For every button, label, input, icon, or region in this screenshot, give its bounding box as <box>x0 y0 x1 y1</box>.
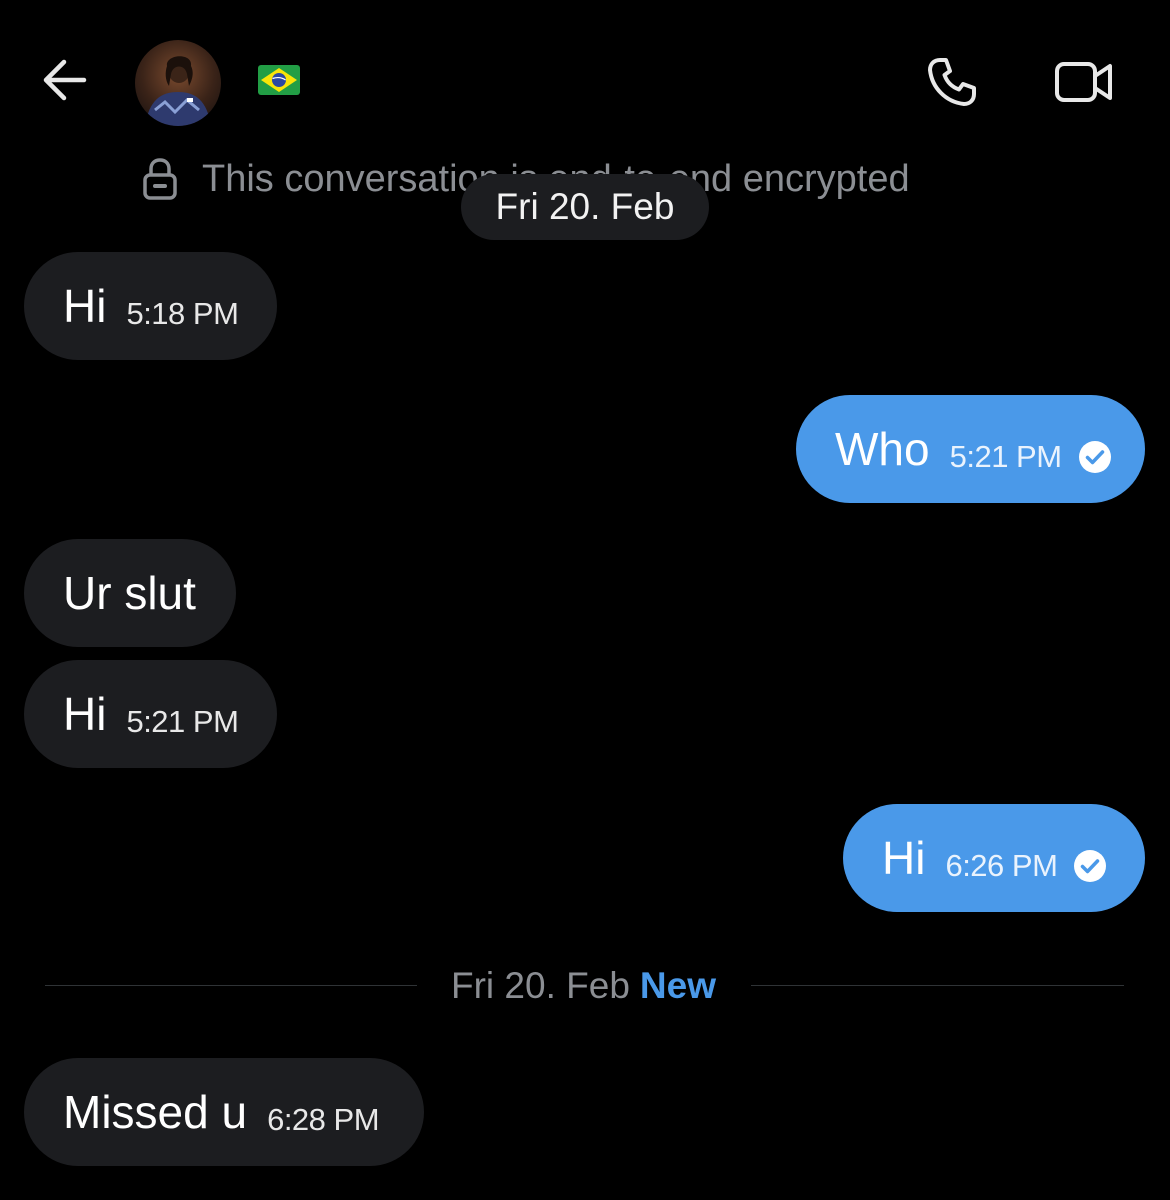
message-bubble-incoming[interactable]: Hi 5:18 PM <box>24 252 277 360</box>
message-bubble-incoming[interactable]: Ur slut <box>24 539 236 647</box>
back-button[interactable] <box>32 50 96 110</box>
message-text: Hi <box>63 280 107 332</box>
divider-line-right <box>751 985 1124 986</box>
arrow-left-icon <box>43 59 87 101</box>
message-time: 5:21 PM <box>949 439 1062 474</box>
message-bubble-outgoing[interactable]: Hi 6:26 PM <box>843 804 1145 912</box>
video-call-button[interactable] <box>1050 52 1118 112</box>
message-text: Who <box>835 423 930 475</box>
message-text: Hi <box>882 832 926 884</box>
date-pill-label: Fri 20. Feb <box>495 186 675 227</box>
message-text: Missed u <box>63 1086 248 1138</box>
divider-line-left <box>45 985 417 986</box>
avatar-image <box>135 40 221 126</box>
video-camera-icon <box>1055 62 1112 102</box>
message-time: 6:26 PM <box>945 848 1058 883</box>
message-text: Hi <box>63 688 107 740</box>
message-bubble-incoming[interactable]: Hi 5:21 PM <box>24 660 277 768</box>
call-button[interactable] <box>922 52 982 112</box>
message-bubble-incoming[interactable]: Missed u 6:28 PM <box>24 1058 424 1166</box>
message-time: 5:18 PM <box>126 296 239 331</box>
divider-date: Fri 20. Feb <box>451 965 630 1006</box>
avatar[interactable] <box>135 40 221 126</box>
date-pill: Fri 20. Feb <box>461 174 709 240</box>
message-bubble-outgoing[interactable]: Who 5:21 PM <box>796 395 1145 503</box>
new-messages-divider: Fri 20. Feb New <box>451 962 716 1010</box>
sent-check-icon <box>1078 441 1111 473</box>
message-text: Ur slut <box>63 567 196 619</box>
phone-icon <box>928 58 976 106</box>
flag-brazil <box>258 65 300 95</box>
new-label: New <box>639 965 716 1006</box>
sent-check-icon <box>1074 850 1107 882</box>
lock-icon <box>143 158 177 200</box>
message-time: 6:28 PM <box>267 1102 380 1137</box>
message-time: 5:21 PM <box>126 704 239 739</box>
